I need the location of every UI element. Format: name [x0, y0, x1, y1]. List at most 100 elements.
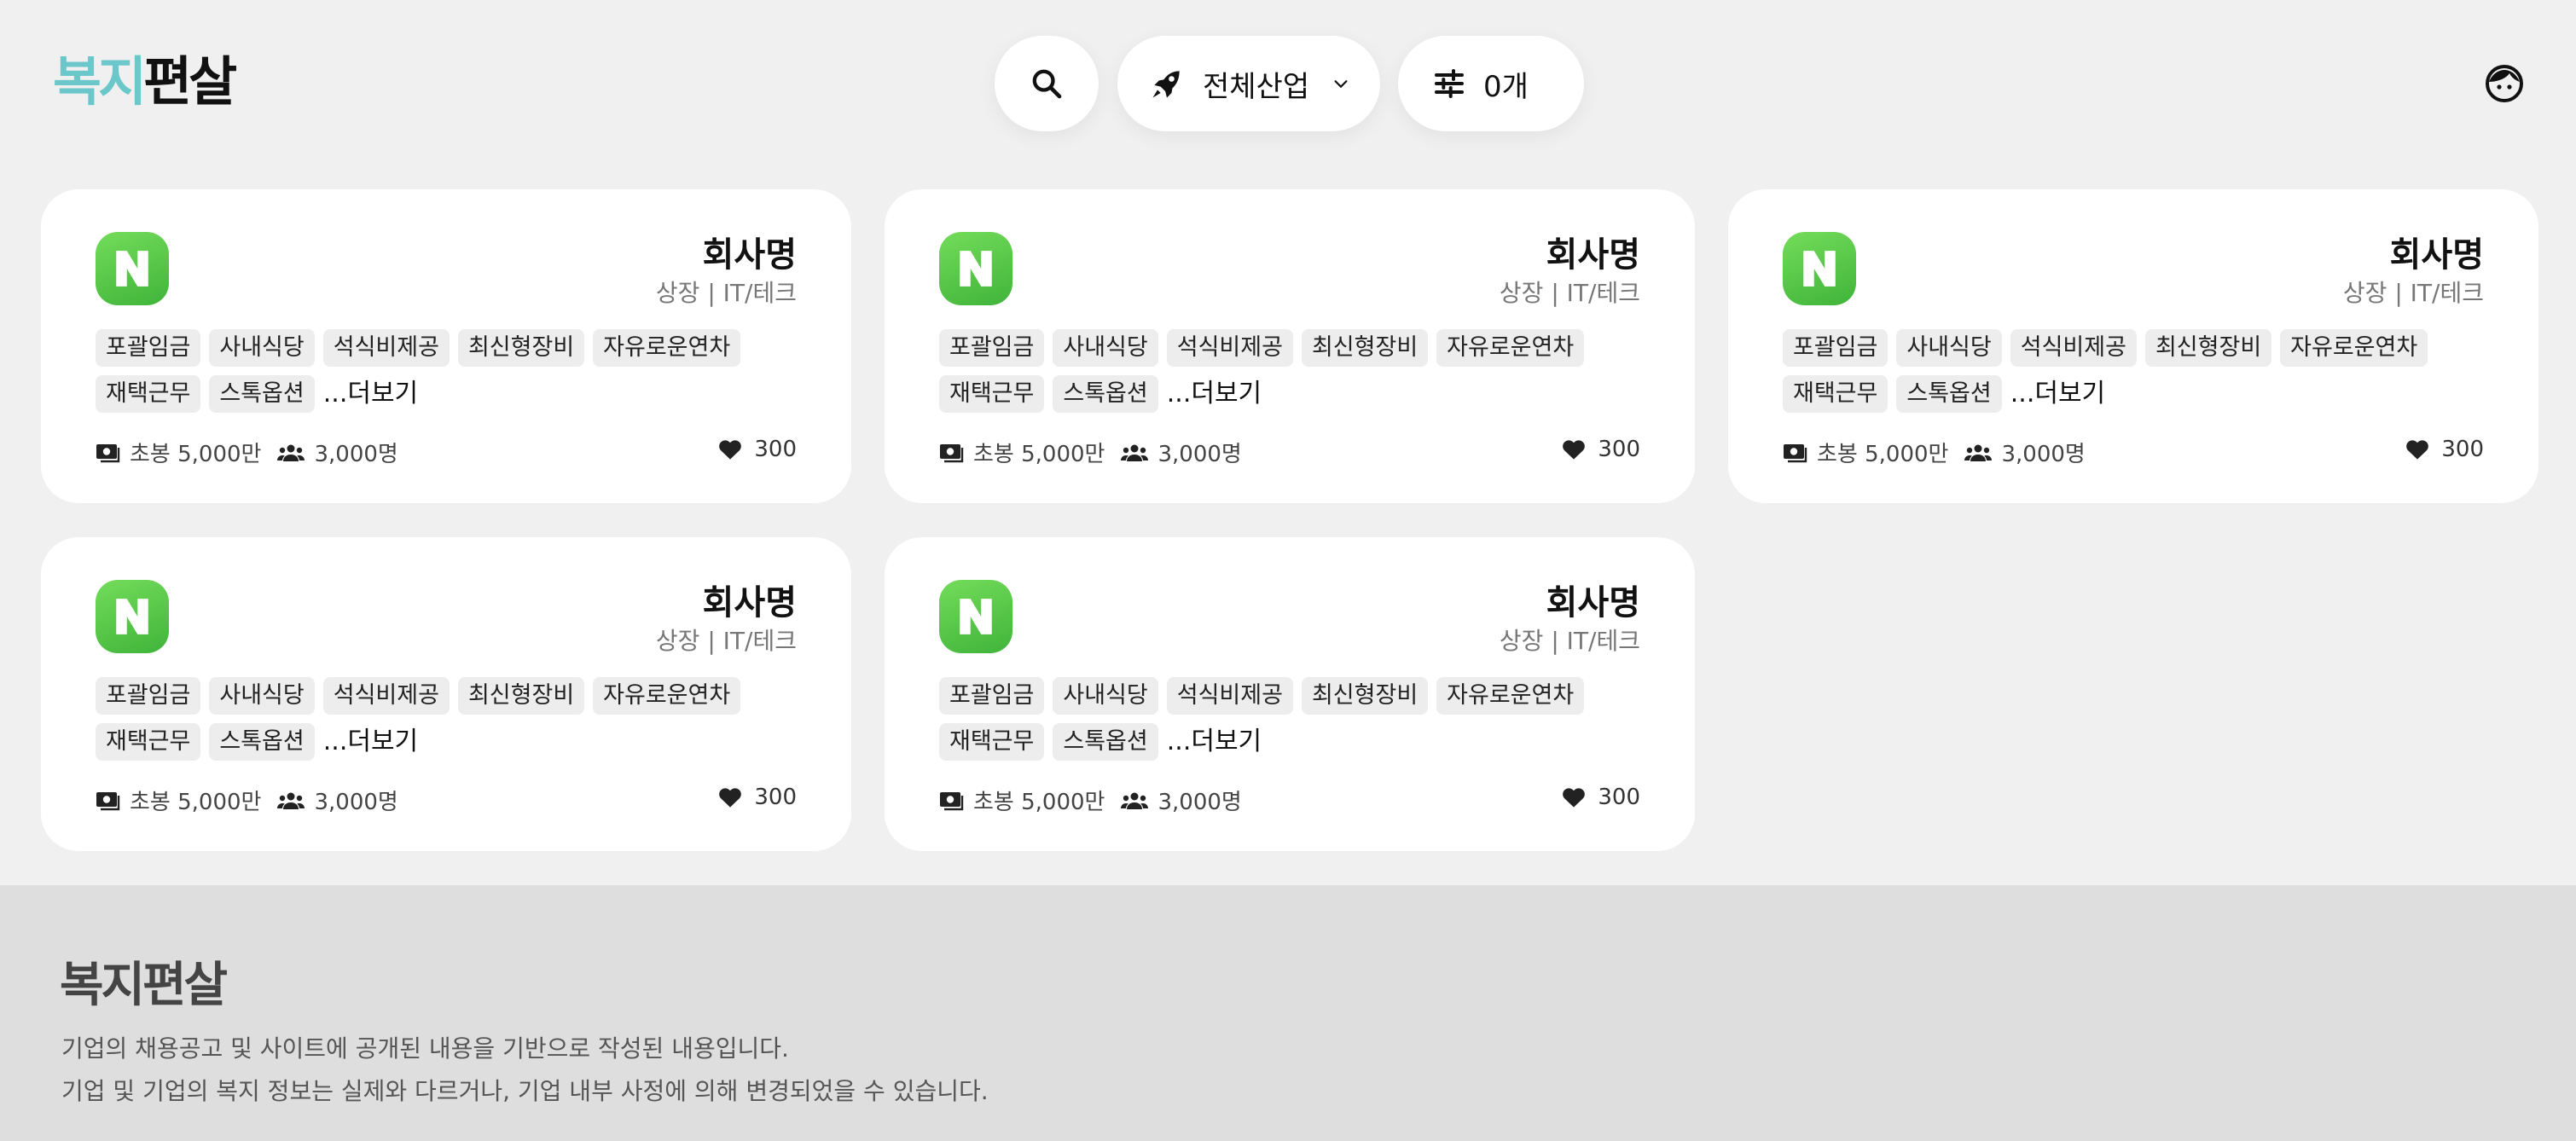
- salary-text: 초봉 5,000만: [1817, 442, 1949, 467]
- heart-icon: [2406, 440, 2429, 460]
- company-meta: 상장 | IT/테크: [655, 627, 797, 655]
- company-card[interactable]: 회사명 상장 | IT/테크 포괄임금 사내식당 석식비제공 최신형장비 자유로운연차 재…: [885, 189, 1695, 503]
- benefit-tag: 사내식당: [1053, 329, 1158, 367]
- heart-icon: [1563, 788, 1586, 808]
- benefit-tag: 최신형장비: [457, 677, 585, 715]
- employees: 3,000명: [276, 785, 398, 816]
- benefit-tag: 자유로운연차: [593, 677, 741, 715]
- benefit-tag: 자유로운연차: [2280, 329, 2428, 367]
- profile-face-icon[interactable]: [2484, 63, 2525, 104]
- logo-part-2: 편살: [143, 50, 237, 113]
- money-icon: [96, 791, 120, 810]
- company-card[interactable]: 회사명 상장 | IT/테크 포괄임금 사내식당 석식비제공 최신형장비 자유로운연차 재…: [1728, 189, 2538, 503]
- like-button[interactable]: 300: [1562, 437, 1640, 462]
- company-meta: 상장 | IT/테크: [1499, 627, 1640, 655]
- benefit-tag: 스톡옵션: [1053, 723, 1158, 761]
- benefit-tag: 최신형장비: [1301, 329, 1429, 367]
- salary-text: 초봉 5,000만: [130, 442, 262, 467]
- people-icon: [277, 792, 305, 809]
- benefit-tag: 스톡옵션: [1896, 375, 2002, 413]
- footer: 복지편살 기업의 채용공고 및 사이트에 공개된 내용을 기반으로 작성된 내용…: [0, 885, 2576, 1141]
- more-link[interactable]: ...더보기: [323, 375, 418, 413]
- money-icon: [96, 443, 120, 462]
- like-button[interactable]: 300: [1562, 785, 1640, 810]
- naver-n-icon: [960, 599, 992, 634]
- company-meta: 상장 | IT/테크: [2342, 279, 2484, 307]
- salary-text: 초봉 5,000만: [130, 790, 262, 815]
- footer-disclaimer-2: 기업 및 기업의 복지 정보는 실제와 다르거나, 기업 내부 사정에 의해 변…: [61, 1077, 989, 1105]
- like-count: 300: [1598, 437, 1640, 462]
- benefit-tag: 포괄임금: [96, 677, 201, 715]
- industry-dropdown[interactable]: 전체산업: [1117, 36, 1380, 131]
- benefit-tags: 포괄임금 사내식당 석식비제공 최신형장비 자유로운연차 재택근무 스톡옵션 ...더보기: [96, 329, 804, 413]
- benefit-tag: 사내식당: [209, 677, 315, 715]
- benefit-tag: 석식비제공: [1166, 677, 1293, 715]
- company-name: 회사명: [1546, 583, 1640, 623]
- more-link[interactable]: ...더보기: [1167, 375, 1262, 413]
- chevron-down-icon: [1334, 80, 1348, 88]
- employee-count: 3,000명: [314, 790, 398, 815]
- salary-text: 초봉 5,000만: [973, 442, 1105, 467]
- company-card[interactable]: 회사명 상장 | IT/테크 포괄임금 사내식당 석식비제공 최신형장비 자유로운연차 재…: [41, 189, 851, 503]
- benefit-tag: 재택근무: [96, 723, 201, 761]
- more-link[interactable]: ...더보기: [323, 723, 418, 761]
- search-icon: [1032, 69, 1062, 99]
- company-meta: 상장 | IT/테크: [1499, 279, 1640, 307]
- sliders-icon: [1435, 69, 1464, 98]
- benefit-tag: 최신형장비: [1301, 677, 1429, 715]
- benefit-tag: 사내식당: [1053, 677, 1158, 715]
- naver-n-icon: [116, 251, 148, 287]
- naver-n-icon: [960, 251, 992, 287]
- benefit-tag: 석식비제공: [322, 329, 450, 367]
- filter-button[interactable]: 0개: [1398, 36, 1584, 131]
- like-button[interactable]: 300: [2405, 437, 2484, 462]
- money-icon: [940, 791, 964, 810]
- company-info: 초봉 5,000만 3,000명: [1783, 437, 2101, 468]
- benefit-tag: 자유로운연차: [1436, 677, 1585, 715]
- like-count: 300: [1598, 785, 1640, 810]
- employee-count: 3,000명: [314, 442, 398, 467]
- benefit-tag: 포괄임금: [96, 329, 201, 367]
- search-button[interactable]: [995, 36, 1099, 131]
- footer-logo: 복지편살: [60, 958, 228, 1013]
- like-count: 300: [754, 785, 797, 810]
- salary-text: 초봉 5,000만: [973, 790, 1105, 815]
- benefit-tag: 재택근무: [96, 375, 201, 413]
- benefit-tags: 포괄임금 사내식당 석식비제공 최신형장비 자유로운연차 재택근무 스톡옵션 ...더보기: [939, 677, 1647, 761]
- employee-count: 3,000명: [2001, 442, 2086, 467]
- people-icon: [1121, 792, 1149, 809]
- like-button[interactable]: 300: [718, 437, 797, 462]
- company-card[interactable]: 회사명 상장 | IT/테크 포괄임금 사내식당 석식비제공 최신형장비 자유로운연차 재…: [41, 537, 851, 851]
- benefit-tag: 자유로운연차: [1436, 329, 1585, 367]
- benefit-tags: 포괄임금 사내식당 석식비제공 최신형장비 자유로운연차 재택근무 스톡옵션 ...더보기: [939, 329, 1647, 413]
- benefit-tag: 석식비제공: [1166, 329, 1293, 367]
- logo[interactable]: 복지편살: [53, 49, 237, 114]
- employees: 3,000명: [1120, 437, 1242, 468]
- people-icon: [277, 444, 305, 461]
- company-meta: 상장 | IT/테크: [655, 279, 797, 307]
- employees: 3,000명: [276, 437, 398, 468]
- people-icon: [1121, 444, 1149, 461]
- company-info: 초봉 5,000만 3,000명: [939, 785, 1257, 816]
- company-name: 회사명: [702, 583, 797, 623]
- filter-count: 0개: [1483, 69, 1529, 104]
- salary: 초봉 5,000만: [939, 437, 1105, 468]
- more-link[interactable]: ...더보기: [2010, 375, 2105, 413]
- naver-n-icon: [1803, 251, 1836, 287]
- money-icon: [940, 443, 964, 462]
- benefit-tag: 재택근무: [939, 375, 1045, 413]
- company-card[interactable]: 회사명 상장 | IT/테크 포괄임금 사내식당 석식비제공 최신형장비 자유로운연차 재…: [885, 537, 1695, 851]
- company-logo: [96, 580, 169, 653]
- more-link[interactable]: ...더보기: [1167, 723, 1262, 761]
- company-name: 회사명: [702, 235, 797, 275]
- logo-part-1: 복지: [53, 50, 147, 113]
- benefit-tag: 스톡옵션: [209, 375, 315, 413]
- company-name: 회사명: [2389, 235, 2484, 275]
- company-logo: [1783, 232, 1856, 305]
- employees: 3,000명: [1964, 437, 2086, 468]
- company-info: 초봉 5,000만 3,000명: [96, 437, 414, 468]
- like-count: 300: [754, 437, 797, 462]
- company-logo: [96, 232, 169, 305]
- like-button[interactable]: 300: [718, 785, 797, 810]
- salary: 초봉 5,000만: [96, 437, 261, 468]
